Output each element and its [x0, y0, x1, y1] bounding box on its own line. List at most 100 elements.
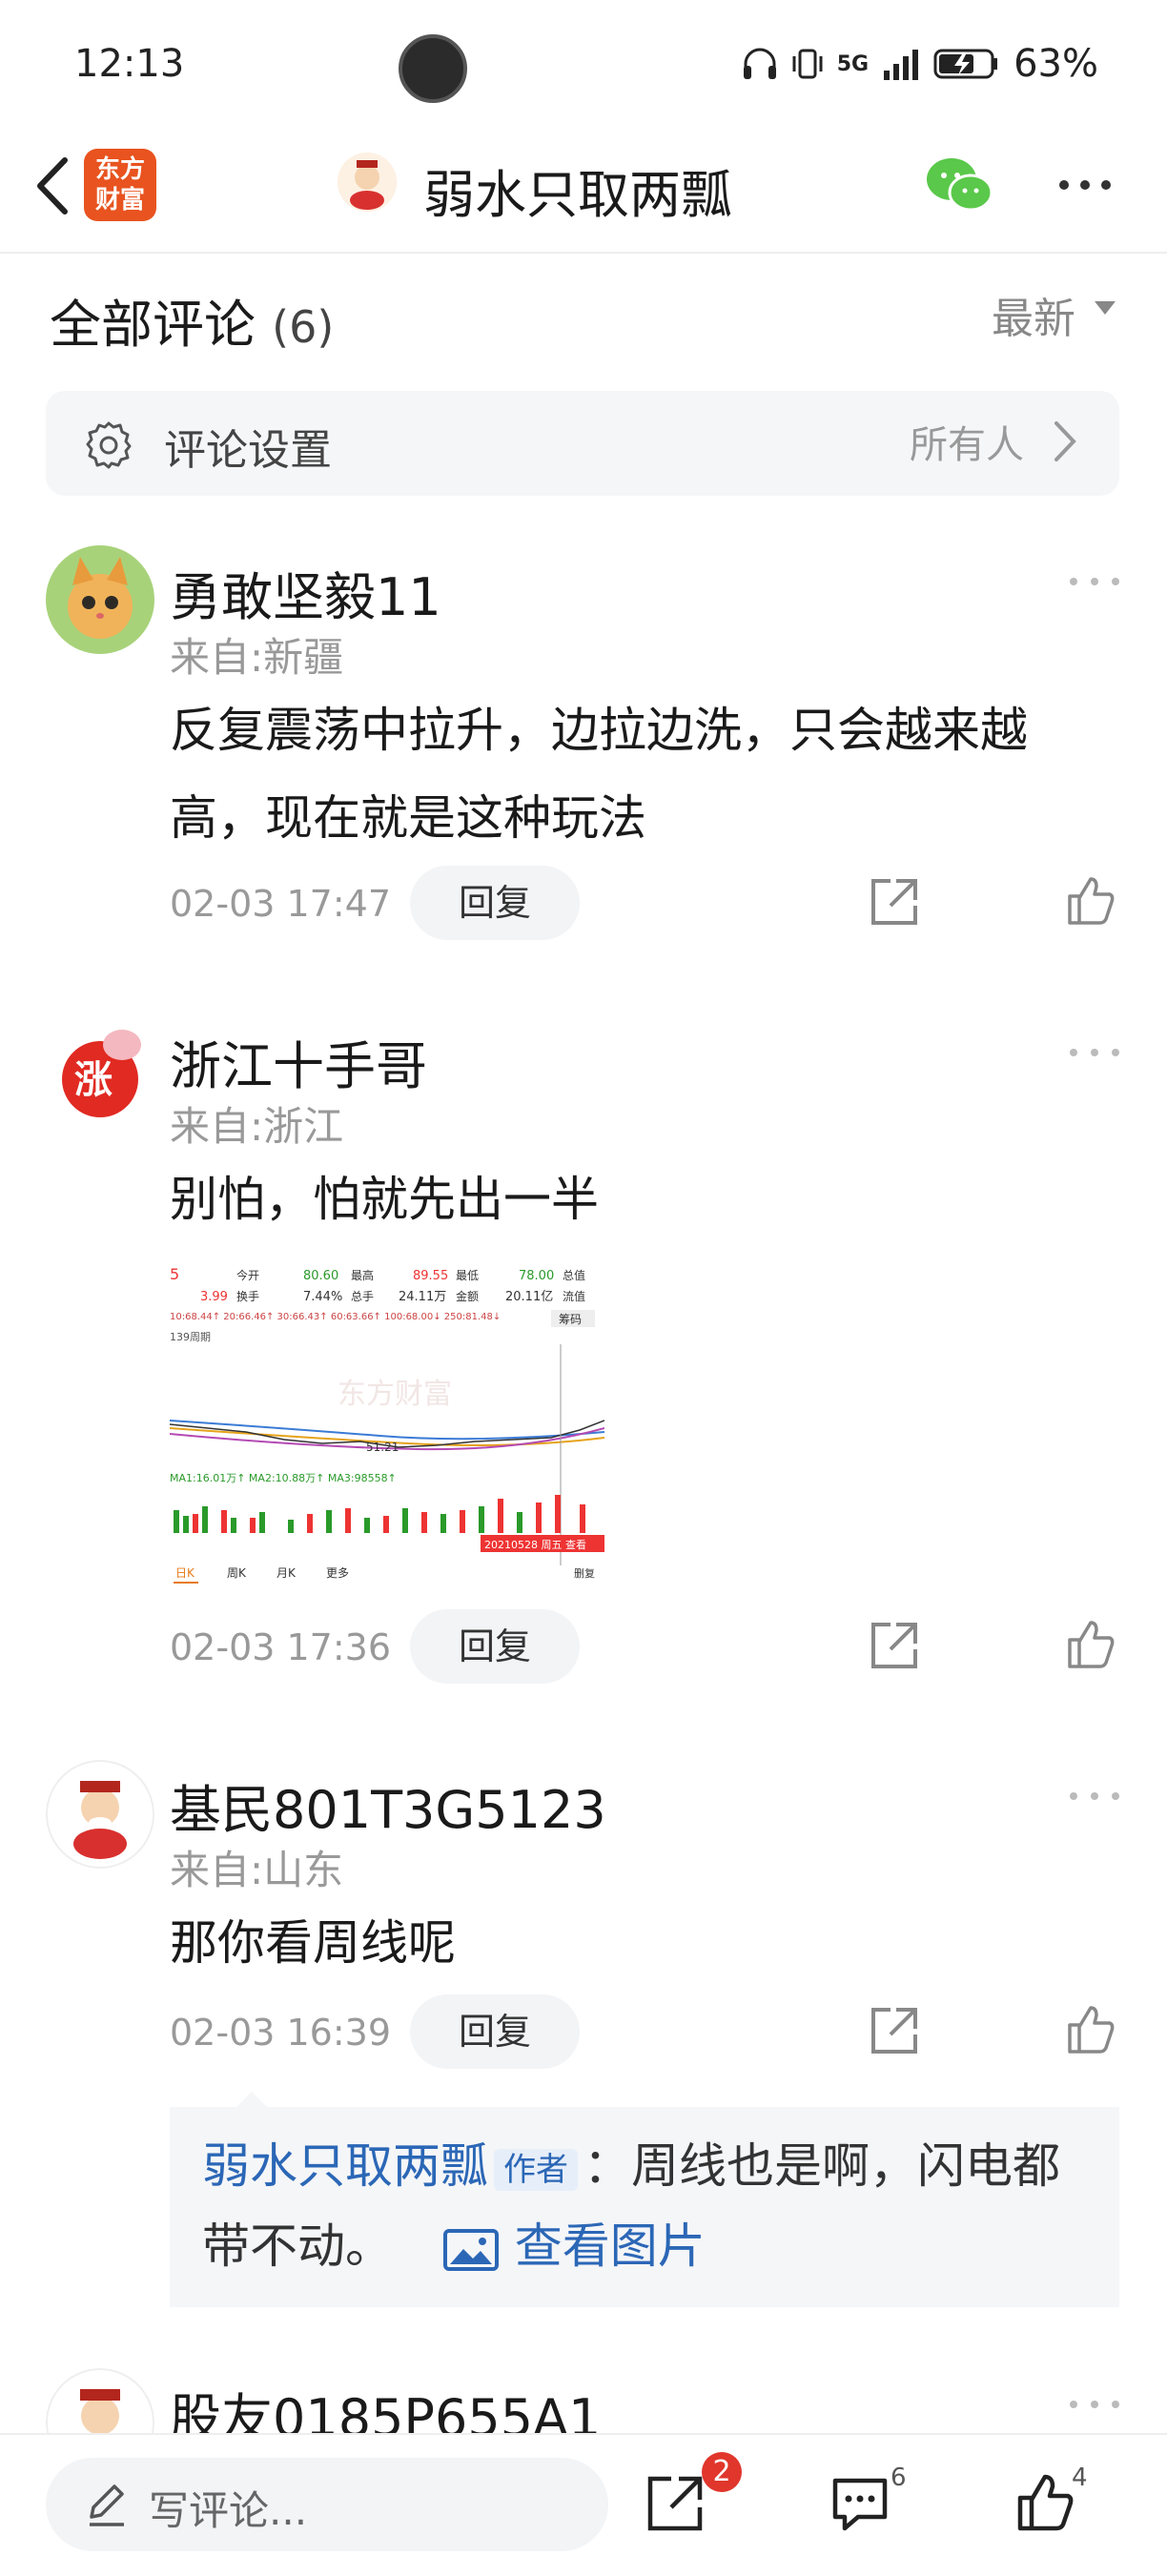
thumbs-up-icon[interactable]: [1064, 873, 1117, 927]
comment-text: 反复震荡中拉升，边拉边洗，只会越来越 高，现在就是这种玩法: [170, 686, 1123, 862]
chart-cell: 总值: [563, 1268, 585, 1282]
reply-button[interactable]: 回复: [410, 866, 580, 940]
sub-reply-author[interactable]: 弱水只取两瓢: [202, 2138, 488, 2194]
comment-time: 02-03 17:36: [170, 1626, 392, 1668]
comment-more-icon[interactable]: [1066, 2395, 1123, 2414]
sort-dropdown[interactable]: 最新: [992, 284, 1075, 345]
chart-date-tag: 20210528 周五 查看: [484, 1538, 586, 1551]
reply-button[interactable]: 回复: [410, 1609, 580, 1684]
logo-text-1: 东方: [94, 155, 145, 184]
comment-more-icon[interactable]: [1066, 572, 1123, 591]
chart-cell: 流值: [563, 1289, 585, 1303]
comment-text: 别怕，怕就先出一半: [170, 1172, 599, 1227]
signal-icon: [884, 50, 919, 80]
comments-heading: 全部评论 (6): [50, 282, 334, 358]
gear-icon: [86, 421, 132, 469]
chart-cell: 3.99: [200, 1290, 228, 1304]
chart-cell: 89.55: [413, 1269, 448, 1283]
status-time: 12:13: [74, 42, 185, 86]
share-icon[interactable]: [645, 2473, 706, 2534]
chart-cell: 金额: [456, 1289, 479, 1303]
chevron-right-icon: [1054, 421, 1076, 461]
comment-username[interactable]: 勇敢坚毅11: [170, 555, 441, 630]
comment-more-icon[interactable]: [1066, 1043, 1123, 1062]
share-icon[interactable]: [868, 1619, 921, 1672]
status-icons: 5G 63%: [742, 42, 1098, 86]
author-badge: 作者: [494, 2148, 578, 2191]
comment-location: 来自:新疆: [170, 634, 344, 681]
sub-reply-text: 弱水只取两瓢 作者 ：周线也是啊，闪电都 带不动。 查看图片: [202, 2126, 1098, 2286]
wechat-share-icon[interactable]: [925, 154, 993, 215]
chart-period: 139周期: [170, 1331, 211, 1343]
svg-text:涨: 涨: [74, 1058, 113, 1102]
comment-text: 那你看周线呢: [170, 1915, 456, 1971]
comment-location: 来自:山东: [170, 1847, 344, 1893]
chart-tab: 更多: [326, 1566, 349, 1580]
chart-cell: 7.44%: [303, 1290, 342, 1304]
app-logo[interactable]: 东方 财富: [84, 149, 156, 221]
chart-vol-row: MA1:16.01万↑ MA2:10.88万↑ MA3:98558↑: [170, 1472, 397, 1484]
comment-time: 02-03 16:39: [170, 2012, 392, 2054]
comment-bubble-icon[interactable]: [829, 2475, 891, 2534]
avatar[interactable]: [46, 545, 154, 654]
back-arrow-icon[interactable]: [27, 153, 84, 219]
logo-text-2: 财富: [94, 186, 145, 215]
avatar[interactable]: 涨: [46, 1016, 154, 1125]
comment-image-thumbnail[interactable]: 5 今开 80.60 最高 89.55 最低 78.00 总值 3.99 换手 …: [169, 1260, 605, 1584]
comment-permission-value: 所有人: [910, 423, 1024, 467]
thumbs-up-icon[interactable]: [1064, 2002, 1117, 2055]
caret-down-icon[interactable]: [1095, 301, 1116, 315]
header-divider: [0, 252, 1167, 254]
write-comment-placeholder[interactable]: 写评论...: [149, 2479, 307, 2537]
view-image-link[interactable]: 查看图片: [515, 2218, 706, 2274]
headphones-icon: [743, 48, 776, 79]
battery-percent: 63%: [1013, 42, 1098, 86]
chart-cell: 78.00: [519, 1269, 554, 1283]
share-icon[interactable]: [868, 875, 921, 929]
chart-cell: 换手: [236, 1290, 259, 1303]
chart-tab: 删复: [574, 1566, 595, 1580]
comment-username[interactable]: 浙江十手哥: [170, 1024, 427, 1099]
chart-cell: 最高: [351, 1268, 374, 1282]
comment-text-line: 高，现在就是这种玩法: [170, 790, 646, 846]
floating-app-avatar[interactable]: [399, 34, 467, 103]
write-comment-input[interactable]: [46, 2458, 608, 2551]
reply-pointer: [236, 2092, 267, 2107]
page-title: 弱水只取两瓢: [423, 165, 732, 225]
share-count-badge: 2: [702, 2452, 742, 2492]
comment-text-line: 反复震荡中拉升，边拉边洗，只会越来越: [170, 703, 1028, 758]
vibrate-icon: [792, 49, 823, 79]
stock-chart-image: 5 今开 80.60 最高 89.55 最低 78.00 总值 3.99 换手 …: [169, 1260, 605, 1584]
avatar[interactable]: [46, 1760, 154, 1869]
sub-reply-content: ：周线也是啊，闪电都: [584, 2138, 1060, 2194]
chart-cell: 24.11万: [399, 1290, 446, 1304]
author-avatar[interactable]: [338, 153, 397, 212]
chart-tab: 日K: [175, 1566, 195, 1580]
like-count: 4: [1072, 2464, 1088, 2492]
comments-heading-label: 全部评论: [50, 295, 256, 355]
sub-reply-content: 带不动。: [202, 2218, 393, 2274]
comment-username[interactable]: 基民801T3G5123: [170, 1768, 606, 1843]
image-icon[interactable]: [442, 2228, 500, 2272]
comment-settings-label: 评论设置: [164, 426, 332, 475]
chart-tab: 月K: [276, 1566, 297, 1580]
battery-icon: [933, 49, 998, 79]
reply-button[interactable]: 回复: [410, 1994, 580, 2069]
comments-count: (6): [272, 301, 335, 353]
chart-watermark: 东方财富: [338, 1378, 452, 1411]
pencil-icon: [90, 2484, 124, 2526]
share-icon[interactable]: [868, 2004, 921, 2057]
chart-cell: 最低: [456, 1269, 479, 1282]
chart-ma-row: 10:68.44↑ 20:66.46↑ 30:66.43↑ 60:63.66↑ …: [170, 1312, 501, 1322]
chart-cell: 今开: [236, 1268, 259, 1282]
chart-price-label: 51.21: [366, 1441, 399, 1454]
more-options-icon[interactable]: [1054, 162, 1116, 208]
comment-count: 6: [891, 2464, 907, 2492]
chart-cell: 20.11亿: [505, 1290, 553, 1304]
chart-cell: 总手: [351, 1290, 374, 1303]
network-label: 5G: [836, 51, 870, 76]
chart-cell: 5: [170, 1265, 179, 1283]
comment-more-icon[interactable]: [1066, 1787, 1123, 1806]
thumbs-up-icon[interactable]: [1064, 1617, 1117, 1670]
thumbs-up-icon[interactable]: [1014, 2471, 1077, 2534]
